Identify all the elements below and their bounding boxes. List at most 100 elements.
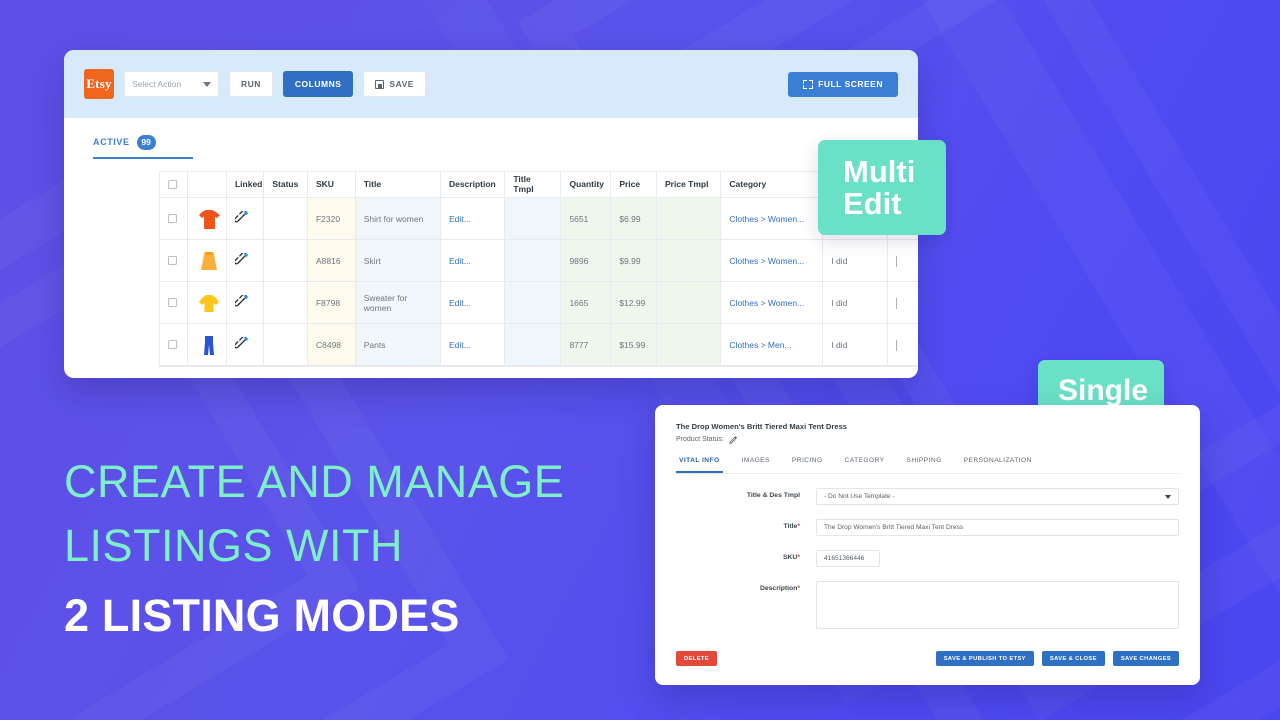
row-price-cell[interactable]: $12.99 [610,281,658,324]
save-close-button[interactable]: SAVE & CLOSE [1041,651,1105,666]
header-price[interactable]: Price [610,171,658,198]
row-price-cell[interactable]: $15.99 [610,323,658,366]
row-title-tmpl-cell[interactable] [504,323,562,366]
row-who-make-cell[interactable]: I did [822,239,888,282]
header-sku[interactable]: SKU [307,171,356,198]
row-title-tmpl-cell[interactable] [504,281,562,324]
row-price-tmpl-cell[interactable] [656,323,722,366]
row-select-cell[interactable] [160,281,188,324]
row-description-edit-link[interactable]: Edit... [440,197,506,240]
header-linked[interactable]: Linked [226,171,265,198]
row-who-make-cell[interactable]: I did [822,281,888,324]
row-linked-cell[interactable] [226,323,265,366]
columns-button[interactable]: COLUMNS [282,71,354,97]
table-row[interactable]: F8798 Sweater for women Edit... 1665 $12.99 C… [160,281,918,324]
row-status-cell[interactable] [263,197,308,240]
row-checkbox[interactable] [168,298,177,307]
row-expander-cell[interactable] [887,281,918,324]
row-checkbox[interactable] [168,214,177,223]
row-status-cell[interactable] [263,323,308,366]
header-title-tmpl[interactable]: Title Tmpl [504,171,562,198]
se-tab-vital-info[interactable]: VITAL INFO [676,457,723,473]
header-quantity[interactable]: Quantity [560,171,612,198]
row-quantity-cell[interactable]: 8777 [560,323,612,366]
row-price-tmpl-cell[interactable] [656,197,722,240]
row-sku-cell[interactable]: F2320 [307,197,356,240]
tab-active[interactable]: ACTIVE 99 [93,134,156,159]
table-row[interactable]: A8816 Skirt Edit... 9896 $9.99 Clothes > Wome… [160,239,918,282]
row-price-tmpl-cell[interactable] [656,239,722,282]
row-description-edit-link[interactable]: Edit... [440,239,506,282]
row-category-link[interactable]: Clothes > Women... [720,197,824,240]
chevron-down-icon[interactable] [895,297,897,309]
se-tab-images[interactable]: IMAGES [739,457,773,473]
description-textarea[interactable] [816,581,1179,629]
row-checkbox[interactable] [168,340,177,349]
row-who-make-cell[interactable]: I did [822,323,888,366]
row-linked-cell[interactable] [226,239,265,282]
row-title-cell[interactable]: Pants [355,323,441,366]
full-screen-button[interactable]: FULL SCREEN [788,71,898,97]
select-action-dropdown[interactable]: Select Action [124,71,219,97]
save-changes-button[interactable]: SAVE CHANGES [1112,651,1179,666]
row-title-cell[interactable]: Shirt for women [355,197,441,240]
header-description[interactable]: Description [440,171,506,198]
row-sku-cell[interactable]: A8816 [307,239,356,282]
se-tab-category[interactable]: CATEGORY [842,457,888,473]
table-row[interactable]: F2320 Shirt for women Edit... 5651 $6.99 Clot… [160,197,918,240]
row-quantity-cell[interactable]: 9896 [560,239,612,282]
multi-edit-badge-line2: Edit [843,185,902,221]
header-status[interactable]: Status [263,171,308,198]
row-quantity-cell[interactable]: 1665 [560,281,612,324]
row-price-tmpl-cell[interactable] [656,281,722,324]
row-status-cell[interactable] [263,281,308,324]
row-title-tmpl-cell[interactable] [504,239,562,282]
chevron-down-icon[interactable] [895,255,897,267]
title-input-value: The Drop Women's Britt Tiered Maxi Tent … [824,524,964,531]
row-price-cell[interactable]: $6.99 [610,197,658,240]
se-tab-pricing[interactable]: PRICING [789,457,826,473]
row-sku-cell[interactable]: F8798 [307,281,356,324]
row-title-cell[interactable]: Sweater for women [355,281,441,324]
row-title-tmpl-cell[interactable] [504,197,562,240]
row-description-edit-link[interactable]: Edit... [440,281,506,324]
tmpl-select[interactable]: - Do Not Use Template - [816,488,1179,505]
row-price-cell[interactable]: $9.99 [610,239,658,282]
header-title[interactable]: Title [355,171,441,198]
save-publish-button[interactable]: SAVE & PUBLISH TO ETSY [935,651,1034,666]
row-category-link[interactable]: Clothes > Women... [720,281,824,324]
row-linked-cell[interactable] [226,281,265,324]
row-select-cell[interactable] [160,323,188,366]
table-row[interactable]: C8498 Pants Edit... 8777 $15.99 Clothes > Men… [160,323,918,366]
row-checkbox[interactable] [168,256,177,265]
delete-button[interactable]: DELETE [676,651,717,666]
headline-line-1: CREATE AND MANAGE [64,456,565,507]
row-linked-cell[interactable] [226,197,265,240]
row-expander-cell[interactable] [887,239,918,282]
chevron-down-icon [203,81,211,87]
sku-input[interactable]: 41651366446 [816,550,880,567]
row-sku-cell[interactable]: C8498 [307,323,356,366]
row-select-cell[interactable] [160,197,188,240]
header-category[interactable]: Category [720,171,824,198]
tab-active-label: ACTIVE [93,137,130,147]
field-row-template: Title & Des Tmpl - Do Not Use Template - [676,488,1179,505]
header-select-all[interactable] [160,171,188,198]
row-category-link[interactable]: Clothes > Women... [720,239,824,282]
row-title-cell[interactable]: Skirt [355,239,441,282]
header-price-tmpl[interactable]: Price Tmpl [656,171,722,198]
title-input[interactable]: The Drop Women's Britt Tiered Maxi Tent … [816,519,1179,536]
select-all-checkbox[interactable] [168,179,177,189]
row-select-cell[interactable] [160,239,188,282]
row-quantity-cell[interactable]: 5651 [560,197,612,240]
row-description-edit-link[interactable]: Edit... [440,323,506,366]
pencil-icon[interactable] [729,435,738,444]
run-button[interactable]: RUN [229,71,273,97]
row-category-link[interactable]: Clothes > Men... [720,323,824,366]
chevron-down-icon[interactable] [895,339,897,351]
save-button[interactable]: SAVE [363,71,426,97]
row-expander-cell[interactable] [887,323,918,366]
se-tab-shipping[interactable]: SHIPPING [904,457,945,473]
row-status-cell[interactable] [263,239,308,282]
se-tab-personalization[interactable]: PERSONALIZATION [961,457,1035,473]
